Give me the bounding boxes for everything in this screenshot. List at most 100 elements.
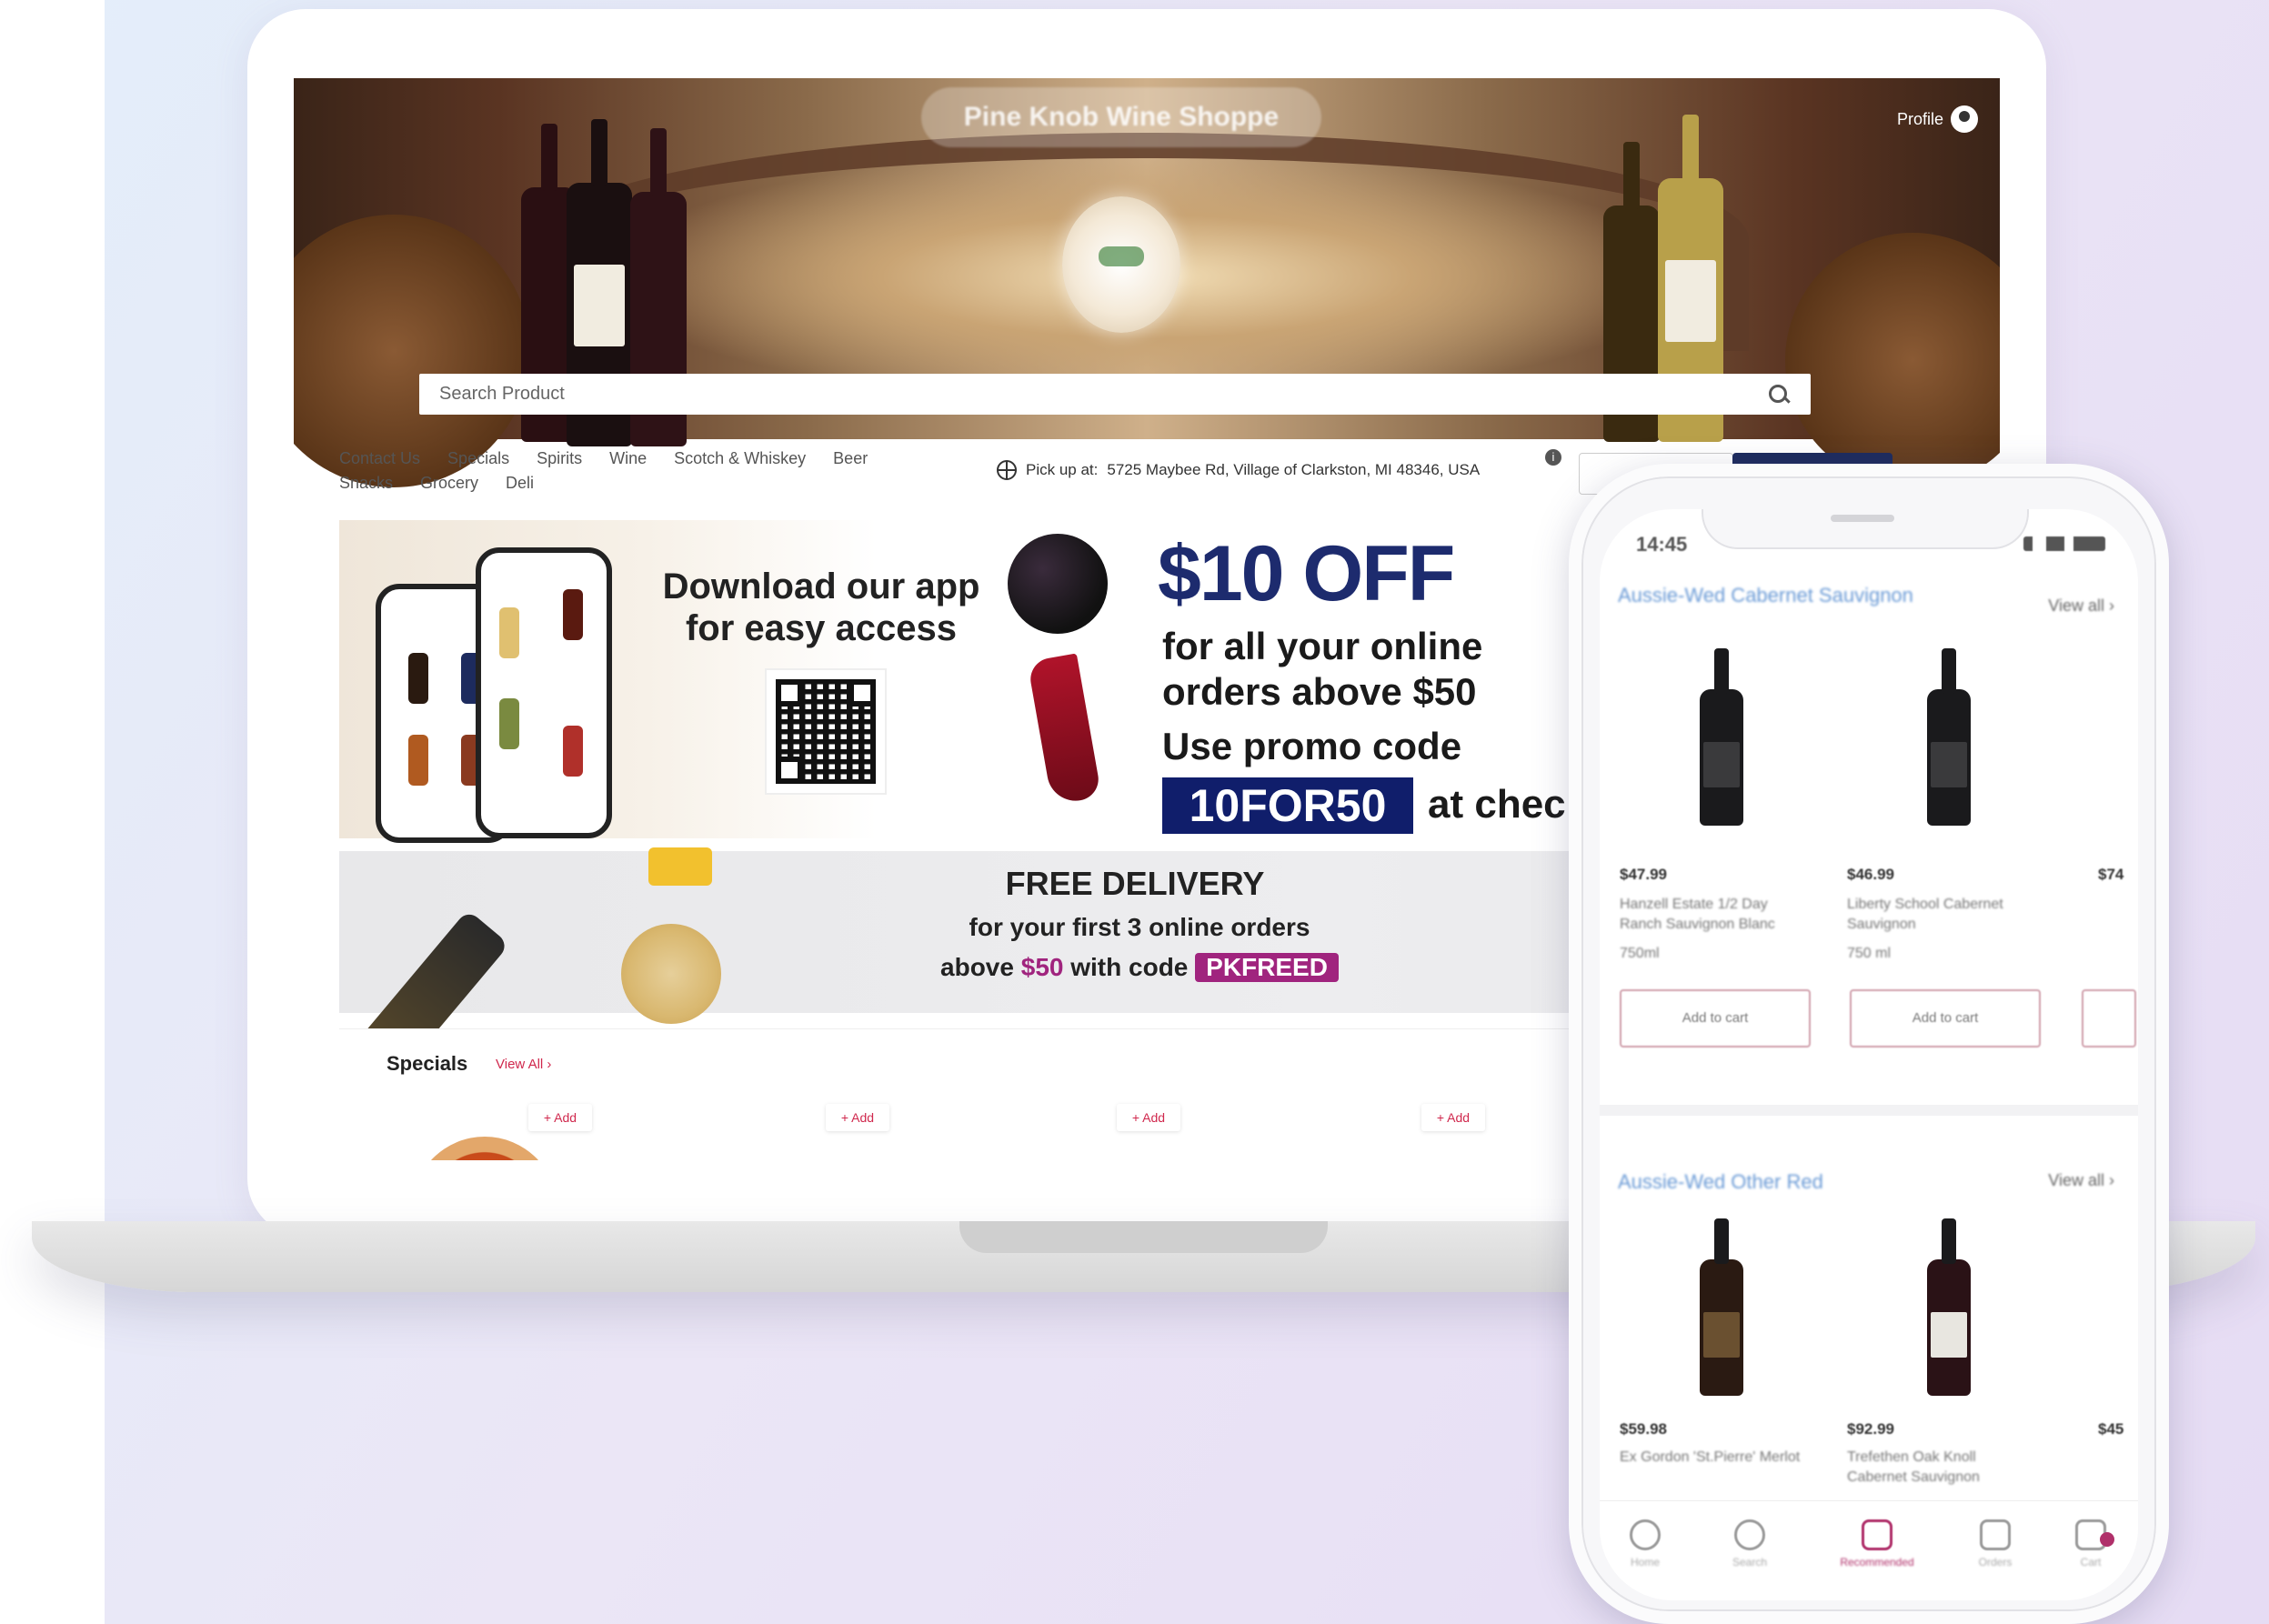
delivery-line2: above $50 with code PKFREED [885,953,1394,982]
hero-banner: Pine Knob Wine Shoppe Profile Search Pro… [294,78,2000,487]
product-price: $59.98 [1620,1420,1667,1438]
promo-code-badge: 10FOR50 [1162,777,1413,834]
tab-recommended[interactable]: Recommended [1827,1519,1927,1569]
product-image[interactable] [1700,648,1743,826]
delivery-title: FREE DELIVERY [1005,865,1265,902]
product-name[interactable]: Ex Gordon 'St.Pierre' Merlot [1620,1448,1811,1468]
product-price: $45 [2098,1420,2124,1438]
product-image[interactable] [1927,1218,1971,1396]
mobile-screen: 14:45 Aussie-Wed Cabernet Sauvignon View… [1600,509,2138,1600]
status-icons [2023,536,2105,551]
nav-item-spirits[interactable]: Spirits [537,446,582,471]
tab-search[interactable]: Search [1713,1519,1786,1569]
add-to-cart-button[interactable]: Add to cart [1620,989,1811,1048]
search-tab-icon [1734,1519,1765,1550]
product-image[interactable] [412,1137,557,1160]
delivery-line2-mid: with code [1070,953,1189,981]
specials-title: Specials [387,1052,468,1075]
background-left [0,0,105,1624]
product-image[interactable] [1700,1218,1743,1396]
status-time: 14:45 [1636,533,1688,556]
delivery-line1: for your first 3 online orders [969,913,1310,941]
tab-orders[interactable]: Orders [1959,1519,2032,1569]
app-phone-mockup [476,547,612,838]
app-promo-line1: Download our app [662,566,980,606]
product-price: $46.99 [1847,866,1894,883]
delivery-line2-pre: above [940,953,1014,981]
nav-item-contact-us[interactable]: Contact Us [339,446,420,471]
profile-icon [1951,105,1978,133]
tab-label: Recommended [1840,1556,1914,1569]
search-bar[interactable]: Search Product [419,374,1811,415]
product-size: 750 ml [1847,946,1892,961]
info-icon[interactable]: i [1545,449,1561,466]
add-button[interactable]: + Add [528,1104,592,1131]
wine-splash-image [1027,653,1102,806]
discount-line3: Use promo code [1162,725,1462,767]
qr-code[interactable] [767,670,885,793]
store-logo[interactable] [1062,196,1180,333]
search-icon[interactable] [1767,383,1791,406]
store-name[interactable]: Pine Knob Wine Shoppe [921,87,1321,147]
add-button[interactable]: + Add [1421,1104,1485,1131]
nav-item-scotch-whiskey[interactable]: Scotch & Whiskey [674,446,806,471]
nav-item-deli[interactable]: Deli [506,471,534,496]
search-input[interactable]: Search Product [439,384,1767,405]
tab-label: Search [1732,1556,1768,1569]
category-nav: Contact Us Specials Spirits Wine Scotch & Wh… [339,446,976,496]
cracker-image [621,924,721,1024]
discount-line1: for all your online [1162,625,1483,667]
promo-download-app[interactable]: Download our app for easy access [339,520,1108,843]
tab-label: Home [1630,1556,1660,1569]
home-icon [1630,1519,1661,1550]
product-size: 750ml [1620,946,1660,961]
bottom-tab-bar: Home Search Recommended Orders Cart [1600,1500,2138,1600]
delivery-amount: $50 [1020,953,1064,981]
view-all-link[interactable]: View all › [2048,596,2114,616]
product-image[interactable] [1927,648,1971,826]
nav-item-snacks[interactable]: Snacks [339,471,393,496]
add-to-cart-button[interactable]: Add to cart [1850,989,2041,1048]
app-promo-line2: for easy access [685,608,957,648]
nav-item-beer[interactable]: Beer [833,446,868,471]
discount-line2: orders above $50 [1162,670,1477,713]
grapes-image [1008,534,1108,634]
add-button[interactable]: + Add [1117,1104,1180,1131]
globe-icon [997,460,1017,480]
laptop-notch [959,1221,1328,1253]
nav-item-specials[interactable]: Specials [447,446,509,471]
cart-badge [2100,1532,2114,1547]
product-price: $47.99 [1620,866,1667,883]
product-price: $92.99 [1847,1420,1894,1438]
tab-label: Cart [2080,1556,2102,1569]
pickup-location[interactable]: Pick up at: 5725 Maybee Rd, Village of C… [997,460,1480,480]
section-title[interactable]: Aussie-Wed Cabernet Sauvignon [1618,582,2000,609]
product-price: $74 [2098,866,2124,883]
product-name[interactable]: Liberty School Cabernet Sauvignon [1847,895,2038,935]
pickup-label: Pick up at: [1026,461,1099,478]
discount-headline: $10 OFF [1158,530,1455,617]
section-divider [1600,1105,2138,1116]
recommended-icon [1862,1519,1893,1550]
add-button[interactable]: + Add [826,1104,889,1131]
section-title[interactable]: Aussie-Wed Other Red [1618,1168,2000,1196]
discount-suffix: at chec [1428,782,1566,827]
tab-home[interactable]: Home [1609,1519,1682,1569]
orders-icon [1980,1519,2011,1550]
tab-label: Orders [1978,1556,2013,1569]
tab-cart[interactable]: Cart [2054,1519,2127,1569]
mobile-phone: 14:45 Aussie-Wed Cabernet Sauvignon View… [1569,464,2169,1624]
pickup-address: 5725 Maybee Rd, Village of Clarkston, MI… [1107,461,1481,478]
cheese-image [648,847,712,886]
product-name[interactable]: Trefethen Oak Knoll Cabernet Sauvignon [1847,1448,2038,1488]
profile-button[interactable]: Profile [1897,105,1978,133]
add-to-cart-button[interactable] [2082,989,2136,1048]
nav-item-wine[interactable]: Wine [609,446,647,471]
profile-label: Profile [1896,109,1943,128]
product-name[interactable]: Hanzell Estate 1/2 Day Ranch Sauvignon B… [1620,895,1811,935]
view-all-link[interactable]: View all › [2048,1171,2114,1190]
delivery-code-badge: PKFREED [1195,953,1339,982]
nav-item-grocery[interactable]: Grocery [420,471,478,496]
app-promo-title: Download our app for easy access [648,566,994,649]
specials-view-all-link[interactable]: View All › [496,1057,551,1072]
